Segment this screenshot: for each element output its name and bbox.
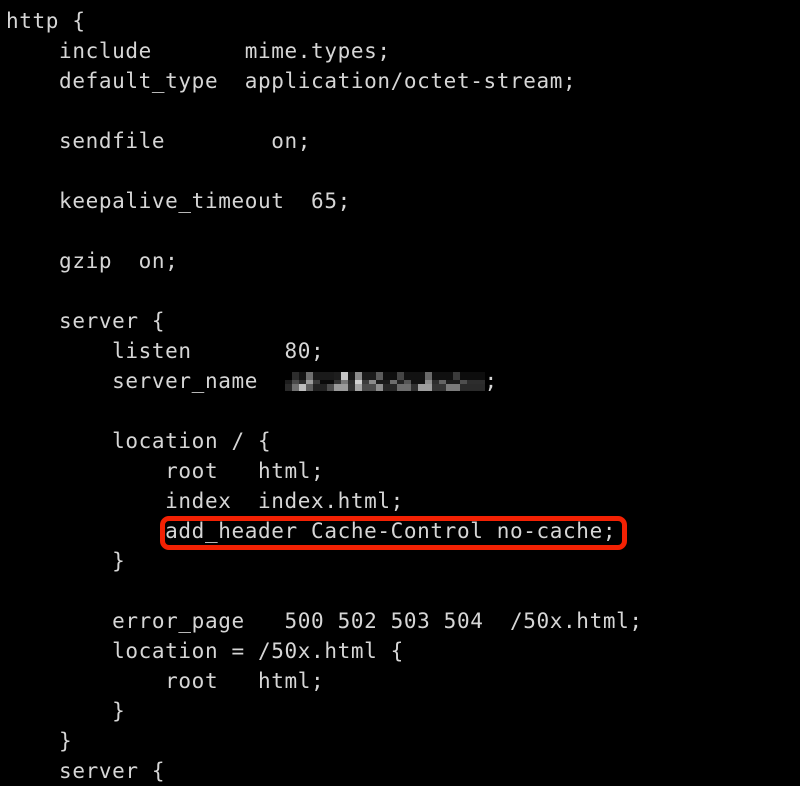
code-line-text: index index.html;: [6, 489, 404, 513]
code-line-text: location / {: [6, 429, 272, 453]
code-line-text: server {: [6, 759, 166, 783]
code-line: gzip on;: [6, 246, 643, 276]
code-line-text: listen 80;: [6, 339, 325, 363]
redacted-server-name: [284, 372, 485, 391]
code-line-highlighted: add_header Cache-Control no-cache;: [6, 516, 643, 546]
server-name-suffix: ;: [484, 369, 498, 393]
code-line-text: }: [6, 729, 73, 753]
code-line-text: gzip on;: [6, 249, 179, 273]
code-line-text: keepalive_timeout 65;: [6, 189, 351, 213]
code-line: sendfile on;: [6, 126, 643, 156]
terminal-window: http { include mime.types; default_type …: [0, 0, 800, 783]
code-line: server {: [6, 756, 643, 786]
code-line-text: error_page 500 502 503 504 /50x.html;: [6, 609, 643, 633]
code-line: keepalive_timeout 65;: [6, 186, 643, 216]
code-line-text: }: [6, 549, 126, 573]
code-line: }: [6, 546, 643, 576]
code-line-text: include mime.types;: [6, 39, 391, 63]
code-line: }: [6, 696, 643, 726]
code-line-server-name: server_name ;: [6, 366, 643, 396]
code-line: location = /50x.html {: [6, 636, 643, 666]
code-line-text: location = /50x.html {: [6, 639, 404, 663]
code-line: default_type application/octet-stream;: [6, 66, 643, 96]
code-line: error_page 500 502 503 504 /50x.html;: [6, 606, 643, 636]
code-line: index index.html;: [6, 486, 643, 516]
code-line-text: add_header Cache-Control no-cache;: [6, 519, 617, 543]
server-name-prefix: server_name: [6, 369, 285, 393]
code-line-text: root html;: [6, 459, 325, 483]
code-line-text: server {: [6, 309, 166, 333]
code-line-text: }: [6, 699, 126, 723]
code-line: listen 80;: [6, 336, 643, 366]
code-line-text: default_type application/octet-stream;: [6, 69, 577, 93]
code-line: location / {: [6, 426, 643, 456]
code-line: server {: [6, 306, 643, 336]
code-line-text: http {: [6, 9, 86, 33]
code-line-text: root html;: [6, 669, 325, 693]
code-line: root html;: [6, 456, 643, 486]
code-line: }: [6, 726, 643, 756]
code-line-text: sendfile on;: [6, 129, 312, 153]
code-line: include mime.types;: [6, 36, 643, 66]
code-line: http {: [6, 6, 643, 36]
code-line: root html;: [6, 666, 643, 696]
nginx-config-text: http { include mime.types; default_type …: [6, 6, 643, 786]
